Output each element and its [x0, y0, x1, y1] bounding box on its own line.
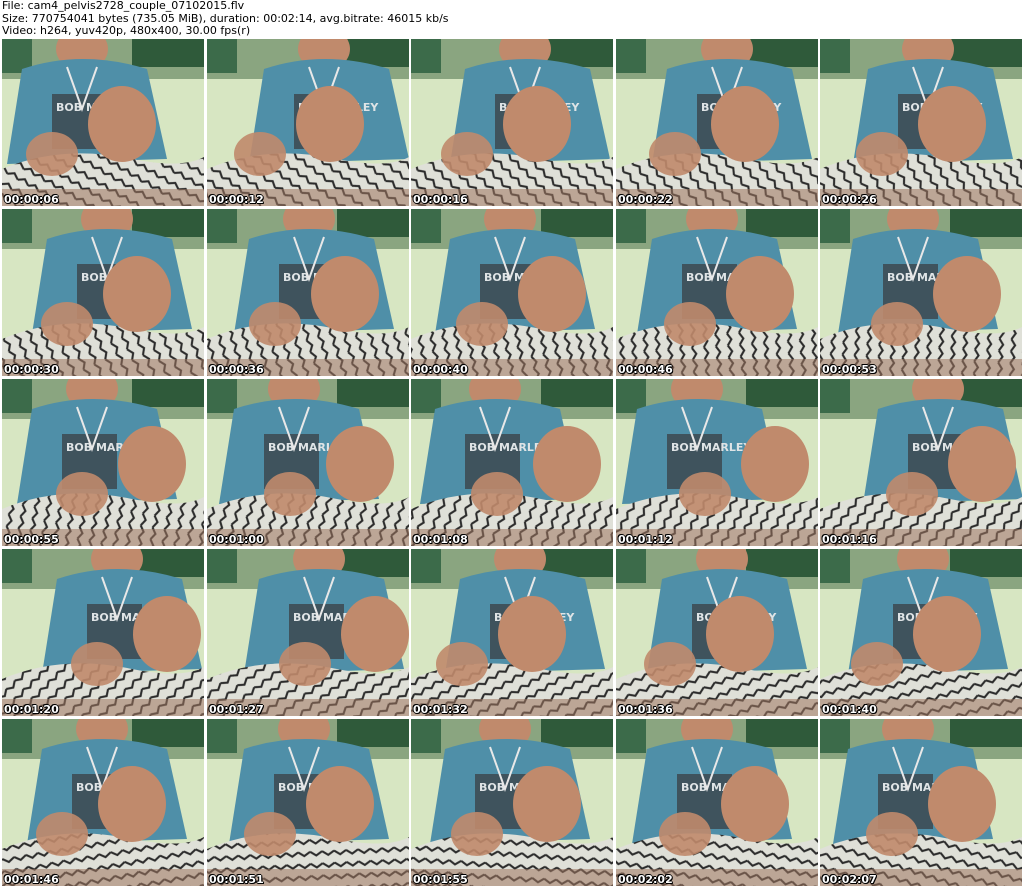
timestamp-label: 00:00:40 [413, 363, 468, 376]
frame-image: BOB MARLEY [2, 209, 204, 376]
frame-image: BOB MARLEY [820, 209, 1022, 376]
timestamp-label: 00:01:46 [4, 873, 59, 886]
thumbnail-frame: BOB MARLEY 00:00:12 [207, 39, 409, 206]
timestamp-label: 00:01:55 [413, 873, 468, 886]
thumbnail-frame: BOB MARLEY 00:00:53 [820, 209, 1022, 376]
timestamp-label: 00:00:26 [822, 193, 877, 206]
timestamp-label: 00:00:22 [618, 193, 673, 206]
thumbnail-frame: BOB MARLEY 00:01:55 [411, 719, 613, 886]
file-info-header: File: cam4_pelvis2728_couple_07102015.fl… [0, 0, 1024, 38]
thumbnail-frame: BOB MARLEY 00:00:46 [616, 209, 818, 376]
timestamp-label: 00:00:53 [822, 363, 877, 376]
timestamp-label: 00:00:12 [209, 193, 264, 206]
frame-image: BOB MARLEY [616, 379, 818, 546]
timestamp-label: 00:01:32 [413, 703, 468, 716]
thumbnail-frame: BOB MARLEY 00:00:06 [2, 39, 204, 206]
thumbnail-frame: BOB MARLEY 00:02:02 [616, 719, 818, 886]
timestamp-label: 00:01:20 [4, 703, 59, 716]
thumbnail-frame: BOB MARLEY 00:00:36 [207, 209, 409, 376]
frame-image: BOB MARLEY [820, 719, 1022, 886]
timestamp-label: 00:01:16 [822, 533, 877, 546]
frame-image: BOB MARLEY [2, 379, 204, 546]
thumbnail-frame: BOB MARLEY 00:01:40 [820, 549, 1022, 716]
thumbnail-frame: BOB MARLEY 00:01:36 [616, 549, 818, 716]
timestamp-label: 00:02:07 [822, 873, 877, 886]
timestamp-label: 00:00:16 [413, 193, 468, 206]
frame-image: BOB MARLEY [411, 549, 613, 716]
thumbnail-frame: BOB MARLEY 00:02:07 [820, 719, 1022, 886]
video-info-line: Video: h264, yuv420p, 480x400, 30.00 fps… [2, 24, 251, 37]
frame-image: BOB MARLEY [411, 379, 613, 546]
thumbnail-grid: BOB MARLEY 00:00:06 BOB MARLEY 00:00:12 [0, 39, 1024, 889]
frame-image: BOB MARLEY [616, 719, 818, 886]
frame-image: BOB MARLEY [820, 39, 1022, 206]
timestamp-label: 00:00:55 [4, 533, 59, 546]
frame-image: BOB MARLEY [411, 39, 613, 206]
frame-image: BOB MARLEY [2, 39, 204, 206]
frame-image: BOB MARLEY [207, 719, 409, 886]
thumbnail-frame: BOB MARLEY 00:01:46 [2, 719, 204, 886]
thumbnail-frame: BOB MARLEY 00:01:08 [411, 379, 613, 546]
thumbnail-frame: BOB MARLEY 00:00:55 [2, 379, 204, 546]
frame-image: BOB MARLEY [207, 39, 409, 206]
thumbnail-frame: BOB MARLEY 00:01:20 [2, 549, 204, 716]
frame-image: BOB MARLEY [820, 549, 1022, 716]
timestamp-label: 00:00:36 [209, 363, 264, 376]
thumbnail-frame: BOB MARLEY 00:01:16 [820, 379, 1022, 546]
frame-image: BOB MARLEY [411, 719, 613, 886]
timestamp-label: 00:01:36 [618, 703, 673, 716]
thumbnail-frame: BOB MARLEY 00:01:32 [411, 549, 613, 716]
timestamp-label: 00:00:30 [4, 363, 59, 376]
file-name-line: File: cam4_pelvis2728_couple_07102015.fl… [2, 0, 245, 12]
timestamp-label: 00:01:27 [209, 703, 264, 716]
timestamp-label: 00:02:02 [618, 873, 673, 886]
frame-image: BOB MARLEY [616, 209, 818, 376]
timestamp-label: 00:01:08 [413, 533, 468, 546]
timestamp-label: 00:01:12 [618, 533, 673, 546]
thumbnail-frame: BOB MARLEY 00:01:12 [616, 379, 818, 546]
frame-image: BOB MARLEY [207, 209, 409, 376]
timestamp-label: 00:00:06 [4, 193, 59, 206]
thumbnail-frame: BOB MARLEY 00:00:22 [616, 39, 818, 206]
frame-image: BOB MARLEY [411, 209, 613, 376]
thumbnail-frame: BOB MARLEY 00:01:00 [207, 379, 409, 546]
thumbnail-frame: BOB MARLEY 00:01:51 [207, 719, 409, 886]
thumbnail-frame: BOB MARLEY 00:00:16 [411, 39, 613, 206]
frame-image: BOB MARLEY [2, 719, 204, 886]
timestamp-label: 00:01:40 [822, 703, 877, 716]
frame-image: BOB MARLEY [616, 549, 818, 716]
timestamp-label: 00:01:00 [209, 533, 264, 546]
frame-image: BOB MARLEY [207, 379, 409, 546]
thumbnail-frame: BOB MARLEY 00:00:30 [2, 209, 204, 376]
frame-image: BOB MARLEY [207, 549, 409, 716]
thumbnail-frame: BOB MARLEY 00:00:26 [820, 39, 1022, 206]
svg-text:BOB MARLEY: BOB MARLEY [671, 441, 752, 454]
thumbnail-frame: BOB MARLEY 00:00:40 [411, 209, 613, 376]
frame-image: BOB MARLEY [2, 549, 204, 716]
timestamp-label: 00:01:51 [209, 873, 264, 886]
thumbnail-frame: BOB MARLEY 00:01:27 [207, 549, 409, 716]
frame-image: BOB MARLEY [616, 39, 818, 206]
frame-image: BOB MARLEY [820, 379, 1022, 546]
timestamp-label: 00:00:46 [618, 363, 673, 376]
